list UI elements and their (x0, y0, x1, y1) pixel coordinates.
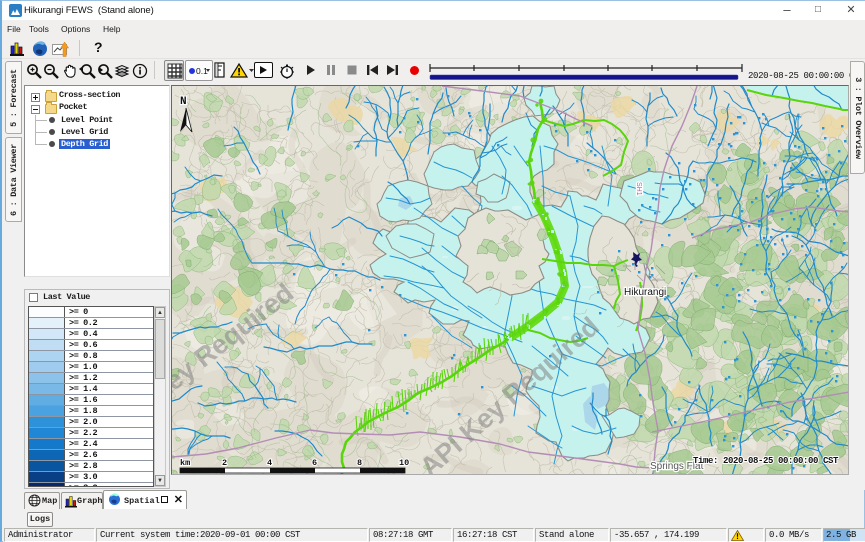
svg-text:4: 4 (267, 458, 272, 468)
svg-text:10: 10 (399, 458, 409, 468)
svg-text:2: 2 (222, 458, 227, 468)
svg-text:6: 6 (312, 458, 317, 468)
svg-text:SH1: SH1 (635, 182, 642, 196)
svg-text:8: 8 (357, 458, 362, 468)
svg-text:N: N (180, 96, 187, 108)
svg-text:km: km (180, 458, 190, 468)
svg-text:Time: 2020-08-25 00:00:00 CST: Time: 2020-08-25 00:00:00 CST (693, 456, 839, 466)
svg-text:Hikurangi: Hikurangi (624, 287, 666, 298)
